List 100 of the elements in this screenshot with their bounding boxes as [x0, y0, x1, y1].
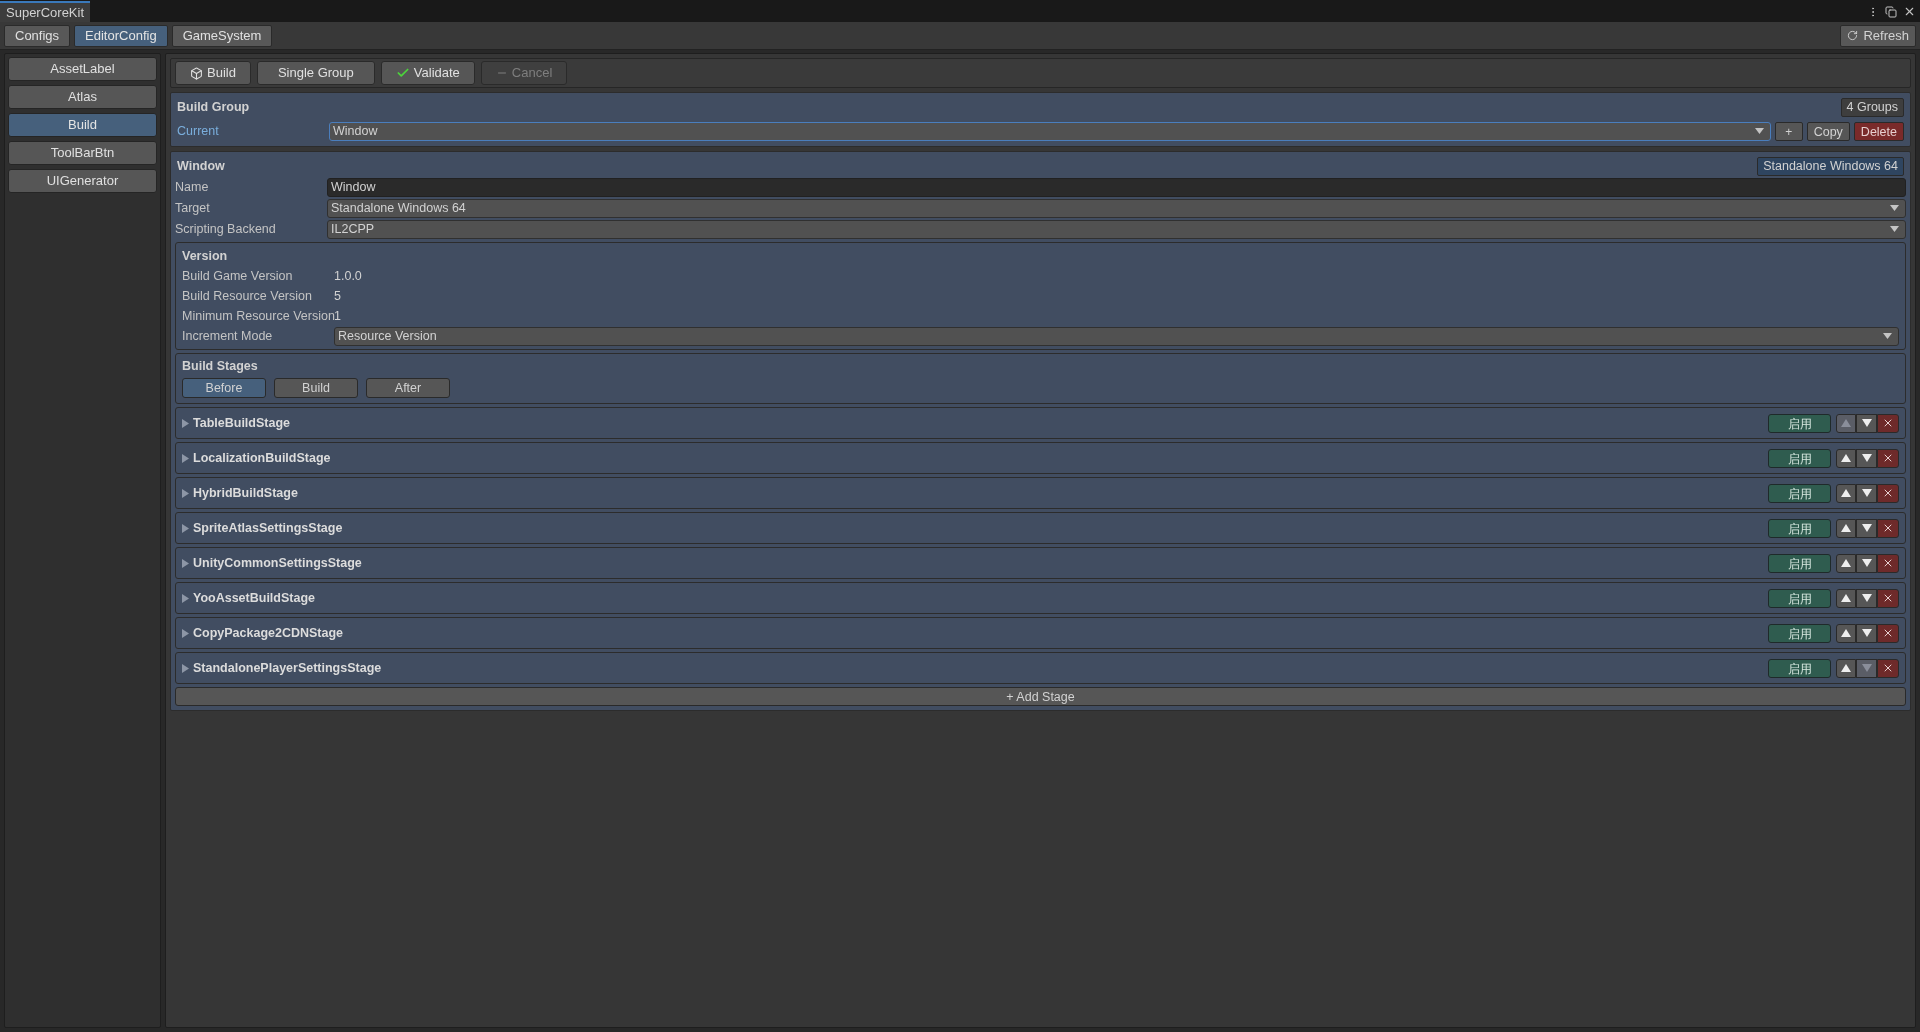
dropdown-field[interactable]: Resource Version: [334, 326, 1899, 346]
delete-button[interactable]: Delete: [1853, 121, 1904, 141]
close-icon[interactable]: [1903, 5, 1916, 18]
move-down-button[interactable]: [1856, 483, 1877, 503]
sidebar-item[interactable]: ToolBarBtn: [8, 141, 157, 165]
add-stage-button[interactable]: + Add Stage: [175, 687, 1906, 706]
close-icon: [1882, 452, 1894, 464]
refresh-icon: [1847, 30, 1859, 41]
stage-name: StandalonePlayerSettingsStage: [193, 659, 382, 677]
move-up-button[interactable]: [1836, 553, 1856, 573]
toolbar-button[interactable]: Validate: [380, 61, 475, 85]
tab[interactable]: EditorConfig: [74, 24, 168, 47]
stage-tab[interactable]: Before: [182, 378, 266, 398]
stage-name: LocalizationBuildStage: [193, 449, 331, 467]
enable-button[interactable]: 启用: [1768, 588, 1831, 608]
stage-row[interactable]: LocalizationBuildStage 启用: [175, 442, 1906, 474]
remove-button[interactable]: [1877, 658, 1899, 678]
move-down-button[interactable]: [1856, 448, 1877, 468]
dropdown-caret-icon: [1890, 205, 1899, 211]
tab[interactable]: GameSystem: [171, 24, 273, 47]
enable-button[interactable]: 启用: [1768, 448, 1831, 468]
move-down-button[interactable]: [1856, 518, 1877, 538]
close-icon: [1882, 557, 1894, 569]
remove-button[interactable]: [1877, 553, 1899, 573]
stage-row[interactable]: UnityCommonSettingsStage 启用: [175, 547, 1906, 579]
expand-triangle-icon[interactable]: [182, 628, 189, 638]
window-tab[interactable]: SuperCoreKit: [0, 1, 91, 22]
cube-icon: [190, 66, 203, 80]
sidebar-item[interactable]: Atlas: [8, 85, 157, 109]
down-triangle-icon: [1861, 664, 1872, 672]
field-label: Scripting Backend: [175, 220, 277, 238]
sidebar-item[interactable]: Build: [8, 113, 157, 137]
remove-button[interactable]: [1877, 448, 1899, 468]
field-label: Build Resource Version: [182, 287, 313, 305]
down-triangle-icon: [1861, 594, 1872, 602]
move-up-button[interactable]: [1836, 658, 1856, 678]
move-down-button[interactable]: [1856, 413, 1877, 433]
enable-button[interactable]: 启用: [1768, 658, 1831, 678]
stage-row[interactable]: CopyPackage2CDNStage 启用: [175, 617, 1906, 649]
expand-triangle-icon[interactable]: [182, 593, 189, 603]
toolbar-button[interactable]: Single Group: [256, 61, 375, 85]
field-label: Current: [177, 122, 220, 140]
dropdown-field[interactable]: IL2CPP: [327, 219, 1906, 239]
down-triangle-icon: [1861, 524, 1872, 532]
down-triangle-icon: [1861, 629, 1872, 637]
stage-name: YooAssetBuildStage: [193, 589, 315, 607]
field-label: Increment Mode: [182, 327, 274, 345]
move-up-button[interactable]: [1836, 623, 1856, 643]
stage-tab[interactable]: Build: [274, 378, 358, 398]
field-label: Target: [175, 199, 211, 217]
copy-button[interactable]: Copy: [1806, 121, 1850, 141]
expand-triangle-icon[interactable]: [182, 663, 189, 673]
enable-button[interactable]: 启用: [1768, 518, 1831, 538]
remove-button[interactable]: [1877, 588, 1899, 608]
expand-triangle-icon[interactable]: [182, 523, 189, 533]
sidebar-item[interactable]: AssetLabel: [8, 57, 157, 81]
field-value: 5: [334, 287, 341, 305]
remove-button[interactable]: [1877, 518, 1899, 538]
enable-button[interactable]: 启用: [1768, 623, 1831, 643]
toolbar-button[interactable]: Build: [175, 61, 251, 85]
dropdown-caret-icon: [1890, 226, 1899, 232]
maximize-icon[interactable]: [1885, 5, 1897, 18]
stage-tab[interactable]: After: [366, 378, 450, 398]
move-down-button[interactable]: [1856, 553, 1877, 573]
section-title: Build Stages: [182, 357, 259, 375]
enable-button[interactable]: 启用: [1768, 483, 1831, 503]
refresh-button[interactable]: Refresh: [1840, 24, 1916, 47]
enable-button[interactable]: 启用: [1768, 553, 1831, 573]
close-icon: [1882, 627, 1894, 639]
group-dropdown[interactable]: Window: [329, 121, 1771, 141]
expand-triangle-icon[interactable]: [182, 488, 189, 498]
expand-triangle-icon[interactable]: [182, 418, 189, 428]
up-triangle-icon: [1841, 454, 1851, 462]
stage-row[interactable]: SpriteAtlasSettingsStage 启用: [175, 512, 1906, 544]
field-label: Build Game Version: [182, 267, 294, 285]
expand-triangle-icon[interactable]: [182, 558, 189, 568]
remove-button[interactable]: [1877, 623, 1899, 643]
section-title: Version: [182, 247, 229, 265]
move-up-button[interactable]: [1836, 448, 1856, 468]
move-up-button[interactable]: [1836, 483, 1856, 503]
close-icon: [1882, 417, 1894, 429]
sidebar-item[interactable]: UIGenerator: [8, 169, 157, 193]
name-input-field[interactable]: Window: [327, 177, 1906, 197]
dropdown-field[interactable]: Standalone Windows 64: [327, 198, 1906, 218]
stage-row[interactable]: YooAssetBuildStage 启用: [175, 582, 1906, 614]
enable-button[interactable]: 启用: [1768, 413, 1831, 433]
move-up-button[interactable]: [1836, 518, 1856, 538]
move-down-button[interactable]: [1856, 623, 1877, 643]
add-button[interactable]: +: [1774, 121, 1803, 141]
move-down-button[interactable]: [1856, 588, 1877, 608]
stage-row[interactable]: TableBuildStage 启用: [175, 407, 1906, 439]
remove-button[interactable]: [1877, 483, 1899, 503]
move-up-button[interactable]: [1836, 588, 1856, 608]
stage-row[interactable]: StandalonePlayerSettingsStage 启用: [175, 652, 1906, 684]
tab[interactable]: Configs: [4, 24, 71, 47]
field-value: 1: [334, 307, 341, 325]
expand-triangle-icon[interactable]: [182, 453, 189, 463]
stage-row[interactable]: HybridBuildStage 启用: [175, 477, 1906, 509]
remove-button[interactable]: [1877, 413, 1899, 433]
down-triangle-icon: [1861, 454, 1872, 462]
